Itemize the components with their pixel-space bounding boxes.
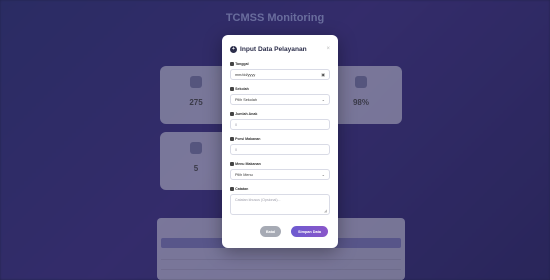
calendar-icon (230, 62, 234, 66)
jumlah-anak-input[interactable]: 0 (230, 119, 330, 130)
chevron-down-icon: ⌄ (321, 97, 325, 102)
catatan-textarea[interactable]: Catatan khusus (Opsional)... ◢ (230, 194, 330, 215)
sekolah-label: Sekolah (230, 87, 249, 91)
catatan-label: Catatan (230, 187, 248, 191)
modal-header: + Input Data Pelayanan × (230, 43, 330, 55)
menu-makanan-label: Menu Makanan (230, 162, 261, 166)
school-icon (230, 87, 234, 91)
resize-grip-icon[interactable]: ◢ (324, 208, 327, 213)
cancel-button[interactable]: Batal (260, 226, 281, 237)
jumlah-anak-label: Jumlah Anak (230, 112, 257, 116)
input-modal: + Input Data Pelayanan × Tanggal mm/dd/y… (222, 35, 338, 248)
porsi-makanan-label: Porsi Makanan (230, 137, 260, 141)
tanggal-label: Tanggal (230, 62, 249, 66)
menu-icon (230, 162, 234, 166)
tanggal-input[interactable]: mm/dd/yyyy ▣ (230, 69, 330, 80)
save-button[interactable]: Simpan Data (291, 226, 328, 237)
note-icon (230, 187, 234, 191)
menu-makanan-select[interactable]: Pilih Menu ⌄ (230, 169, 330, 180)
plus-circle-icon: + (230, 45, 237, 53)
utensils-icon (230, 137, 234, 141)
calendar-picker-icon[interactable]: ▣ (321, 72, 325, 77)
chevron-down-icon: ⌄ (321, 172, 325, 177)
sekolah-select[interactable]: Pilih Sekolah ⌄ (230, 94, 330, 105)
porsi-makanan-input[interactable]: 0 (230, 144, 330, 155)
close-icon[interactable]: × (326, 46, 330, 52)
users-icon (230, 112, 234, 116)
modal-title: Input Data Pelayanan (240, 45, 307, 53)
